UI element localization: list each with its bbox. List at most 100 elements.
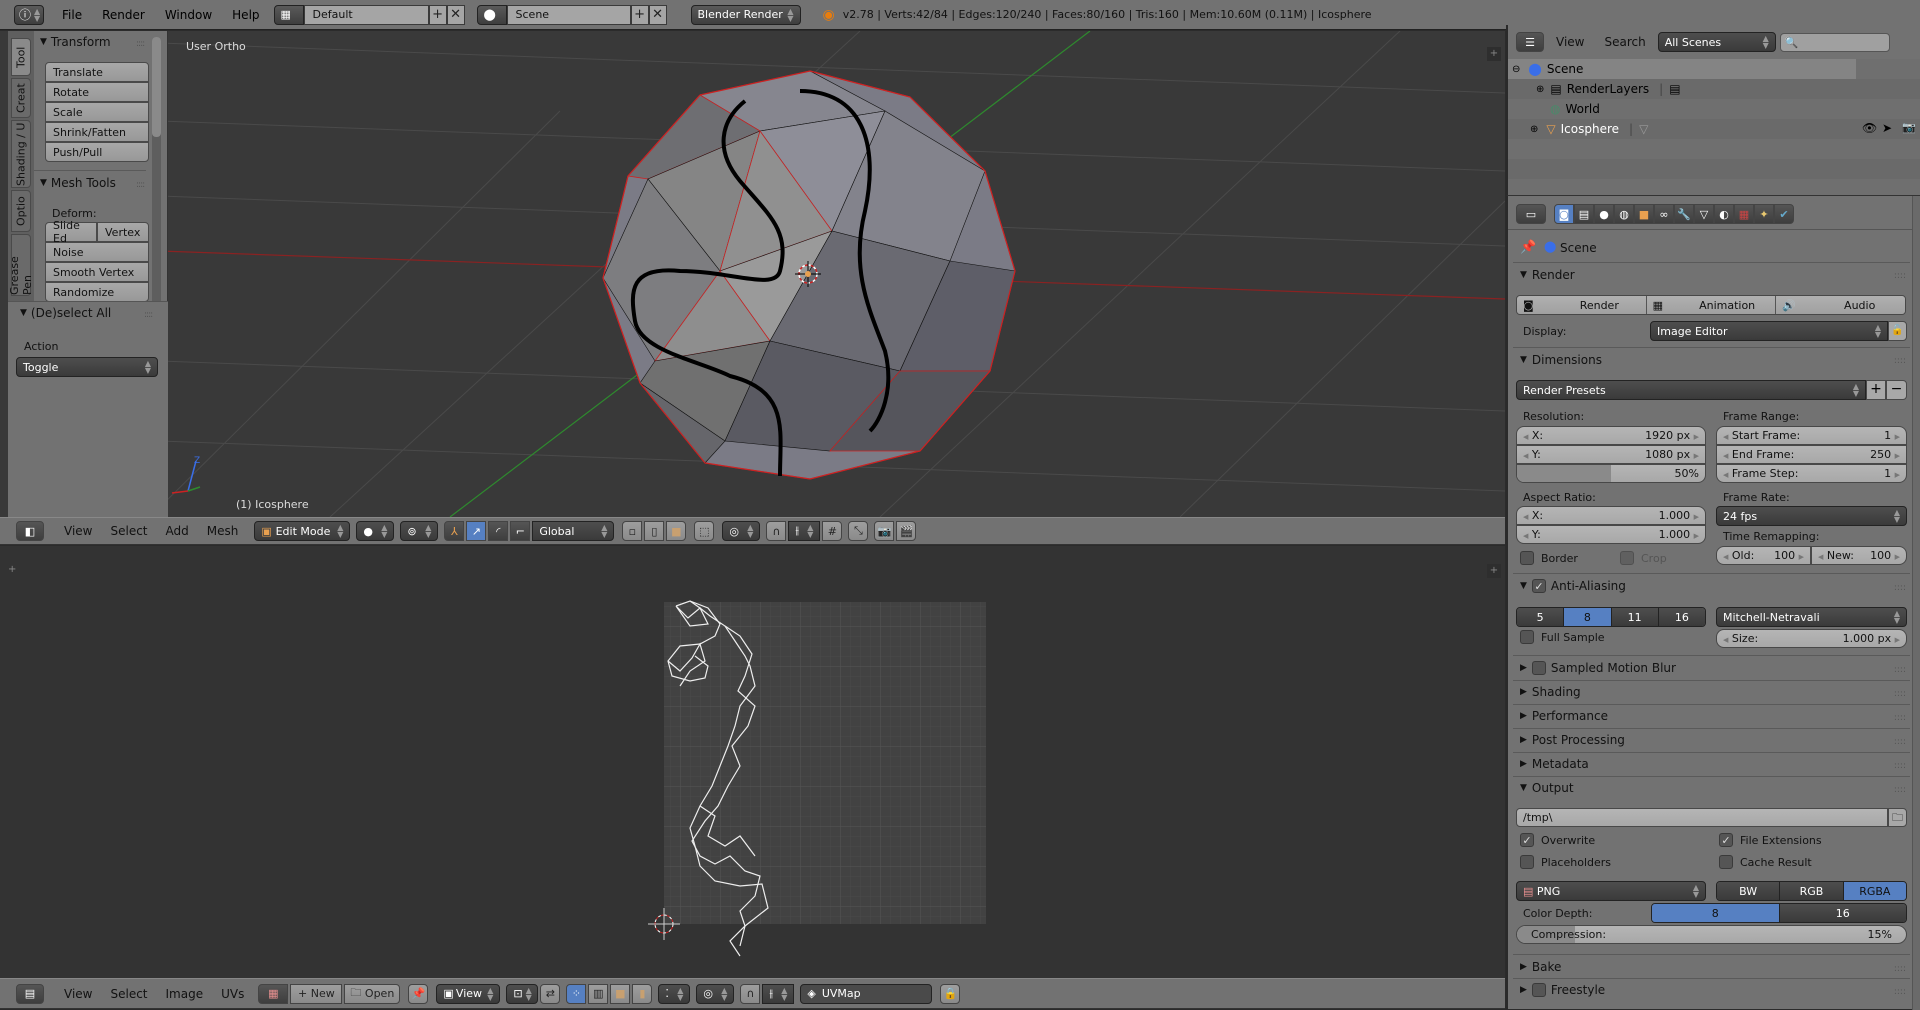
open-image-button[interactable]: 🗀 Open bbox=[344, 983, 401, 1004]
tab-grease-pencil[interactable]: Grease Pen bbox=[8, 234, 34, 296]
drag-grip-icon[interactable]: :::: bbox=[1894, 987, 1906, 997]
drag-grip-icon[interactable]: :::: bbox=[1894, 761, 1906, 771]
file-extensions-checkbox[interactable]: ✓ bbox=[1719, 833, 1733, 847]
snap-element-dropdown[interactable]: ⫲ ▲ ▼ bbox=[788, 521, 821, 541]
panel-transform-header[interactable]: ▼ Transform bbox=[40, 35, 111, 49]
color-mode-rgb[interactable]: RGB bbox=[1780, 882, 1844, 900]
vertex-select-mode[interactable]: ▫ bbox=[622, 521, 643, 541]
scale-button[interactable]: Scale bbox=[45, 102, 149, 122]
uv-image-editor[interactable]: + + bbox=[0, 546, 1505, 978]
drag-grip-icon[interactable]: :::: bbox=[1894, 785, 1906, 795]
cache-result-checkbox[interactable] bbox=[1719, 855, 1733, 869]
outliner-item-world[interactable]: ◍ World bbox=[1508, 99, 1848, 119]
menu-add[interactable]: Add bbox=[158, 524, 197, 538]
drag-grip-icon[interactable]: :::: bbox=[1894, 356, 1906, 366]
add-scene-button[interactable]: + bbox=[630, 4, 649, 25]
overlay-button[interactable]: ⤡ bbox=[848, 521, 869, 541]
lock-interface-button[interactable]: 🔓 bbox=[1888, 321, 1907, 341]
face-select-mode[interactable]: ■ bbox=[610, 983, 631, 1004]
renderability-camera-icon[interactable]: 📷 bbox=[1902, 121, 1916, 134]
tab-data[interactable]: ▽ bbox=[1694, 204, 1714, 224]
tab-options[interactable]: Optio bbox=[11, 190, 31, 232]
sticky-selection-dropdown[interactable]: ⁚ ▲ ▼ bbox=[658, 983, 691, 1004]
menu-uvs[interactable]: UVs bbox=[213, 987, 252, 1001]
render-engine-dropdown[interactable]: Blender Render ▲ ▼ bbox=[690, 4, 801, 25]
tab-tool[interactable]: Tool bbox=[11, 38, 31, 76]
tab-modifiers[interactable]: 🔧 bbox=[1674, 204, 1694, 224]
panel-motion-blur-header[interactable]: ▶ Sampled Motion Blur bbox=[1520, 661, 1676, 675]
tab-create[interactable]: Creat bbox=[11, 78, 31, 118]
render-opengl-button[interactable]: 📷 bbox=[874, 521, 895, 541]
edge-select-mode[interactable]: ▥ bbox=[588, 983, 609, 1004]
limit-selection-visible[interactable]: ⬚ bbox=[694, 521, 715, 541]
snap-element-dropdown[interactable]: ⫲ ▲ ▼ bbox=[762, 983, 795, 1004]
tab-render[interactable]: ◙ bbox=[1554, 204, 1574, 224]
resolution-percentage-slider[interactable]: 50% bbox=[1516, 464, 1706, 483]
tab-render-layers[interactable]: ▤ bbox=[1574, 204, 1594, 224]
render-presets-dropdown[interactable]: Render Presets ▲ ▼ bbox=[1516, 380, 1866, 400]
remap-old-field[interactable]: ◀ Old: 100 ▶ bbox=[1716, 546, 1811, 565]
panel-mesh-tools-header[interactable]: ▼ Mesh Tools bbox=[40, 176, 116, 190]
border-checkbox[interactable] bbox=[1520, 551, 1534, 565]
drag-grip-icon[interactable]: :::: bbox=[1894, 583, 1906, 593]
render-opengl-animation-button[interactable]: 🎬 bbox=[896, 521, 917, 541]
image-browse-button[interactable]: ▦ bbox=[258, 983, 289, 1004]
rotate-button[interactable]: Rotate bbox=[45, 82, 149, 102]
file-format-dropdown[interactable]: ▤ PNG ▲ ▼ bbox=[1516, 881, 1706, 901]
scene-browse-button[interactable]: ⬤ bbox=[476, 4, 507, 25]
snap-toggle[interactable]: ∩ bbox=[766, 521, 787, 541]
aa-samples-16[interactable]: 16 bbox=[1658, 608, 1705, 626]
outliner-item-icosphere[interactable]: ⊕ ▽ Icosphere | ▽ bbox=[1508, 119, 1848, 139]
display-dropdown[interactable]: Image Editor ▲ ▼ bbox=[1650, 321, 1888, 341]
panel-output-header[interactable]: ▼ Output bbox=[1520, 781, 1574, 795]
overwrite-checkbox[interactable]: ✓ bbox=[1520, 833, 1534, 847]
editor-type-3d-button[interactable]: ◧ bbox=[16, 521, 44, 541]
3d-viewport[interactable]: User Ortho (1) Icosphere Z + bbox=[0, 31, 1505, 517]
uvmap-field[interactable]: ◈ UVMap bbox=[800, 983, 933, 1004]
browse-folder-button[interactable]: 🗀 bbox=[1888, 808, 1907, 827]
menu-file[interactable]: File bbox=[52, 8, 92, 22]
anti-aliasing-checkbox[interactable]: ✓ bbox=[1531, 579, 1546, 593]
editor-type-properties-button[interactable]: ▭ bbox=[1516, 204, 1546, 224]
resolution-x-field[interactable]: ◀ X: 1920 px ▶ bbox=[1516, 426, 1706, 445]
panel-render-header[interactable]: ▼ Render bbox=[1520, 268, 1575, 282]
scale-manipulator[interactable]: ⌐ bbox=[510, 521, 531, 541]
menu-window[interactable]: Window bbox=[155, 8, 222, 22]
drag-grip-icon[interactable]: :::: bbox=[1894, 689, 1906, 699]
menu-search[interactable]: Search bbox=[1596, 35, 1653, 49]
delete-layout-button[interactable]: ✕ bbox=[446, 4, 465, 25]
tab-scene[interactable]: ● bbox=[1594, 204, 1614, 224]
tab-constraints[interactable]: ∞ bbox=[1654, 204, 1674, 224]
vertex-select-mode[interactable]: ⁘ bbox=[566, 983, 587, 1004]
tab-object[interactable]: ■ bbox=[1634, 204, 1654, 224]
placeholders-checkbox[interactable] bbox=[1520, 855, 1534, 869]
slide-edge-button[interactable]: Slide Ed bbox=[45, 219, 97, 245]
new-image-button[interactable]: + New bbox=[290, 983, 343, 1004]
editor-type-uv-button[interactable]: ▤ bbox=[16, 983, 44, 1004]
menu-view[interactable]: View bbox=[56, 524, 100, 538]
snap-toggle[interactable]: ∩ bbox=[740, 983, 761, 1004]
color-depth-16[interactable]: 16 bbox=[1779, 904, 1906, 922]
push-pull-button[interactable]: Push/Pull bbox=[45, 142, 149, 162]
manipulator-toggle[interactable]: ⅄ bbox=[444, 521, 465, 541]
noise-button[interactable]: Noise bbox=[45, 242, 149, 262]
drag-grip-icon[interactable]: :::: bbox=[1894, 665, 1906, 675]
proportional-edit-dropdown[interactable]: ◎ ▲ ▼ bbox=[696, 983, 735, 1004]
orientation-dropdown[interactable]: Global ▲ ▼ bbox=[532, 521, 615, 541]
output-path-input[interactable]: /tmp\ bbox=[1516, 808, 1888, 827]
compression-slider[interactable]: Compression: 15% bbox=[1516, 925, 1907, 944]
drag-grip-icon[interactable]: :::: bbox=[136, 180, 145, 190]
tab-shading-uvs[interactable]: Shading / U bbox=[11, 120, 31, 188]
drag-grip-icon[interactable]: :::: bbox=[1894, 964, 1906, 974]
freestyle-checkbox[interactable] bbox=[1531, 983, 1546, 997]
motion-blur-checkbox[interactable] bbox=[1531, 661, 1546, 675]
panel-shading-header[interactable]: ▶ Shading bbox=[1520, 685, 1581, 699]
face-select-mode[interactable]: ■ bbox=[666, 521, 687, 541]
shrink-fatten-button[interactable]: Shrink/Fatten bbox=[45, 122, 149, 142]
panel-anti-aliasing-header[interactable]: ▼ ✓ Anti-Aliasing bbox=[1520, 579, 1626, 593]
full-sample-checkbox[interactable] bbox=[1520, 630, 1534, 644]
tool-shelf-scrollbar-thumb[interactable] bbox=[152, 37, 161, 137]
shading-dropdown[interactable]: ● ▲ ▼ bbox=[356, 521, 395, 541]
lock-button[interactable]: 🔒 bbox=[940, 983, 961, 1004]
randomize-button[interactable]: Randomize bbox=[45, 282, 149, 302]
